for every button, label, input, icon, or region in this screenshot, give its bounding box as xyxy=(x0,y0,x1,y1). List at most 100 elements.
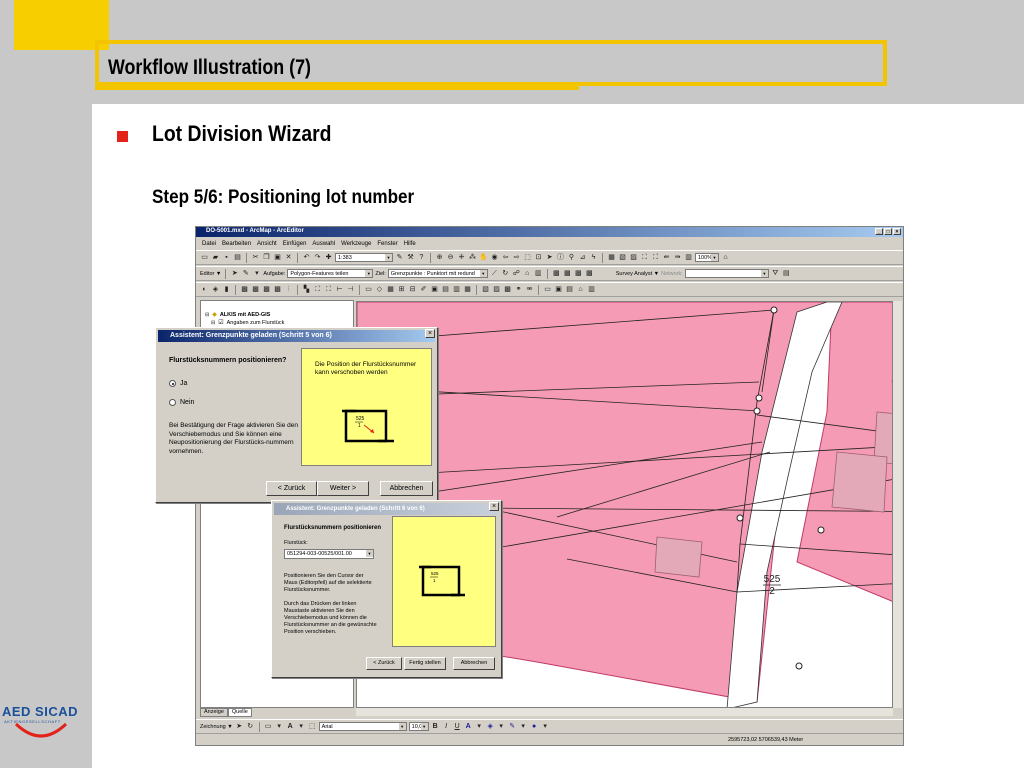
menu-fenster[interactable]: Fenster xyxy=(377,241,397,247)
lot-number-2-top[interactable]: 525 xyxy=(764,574,781,585)
rotate-tool-icon[interactable]: ↻ xyxy=(501,269,510,278)
aed-tool-29-icon[interactable]: ▭ xyxy=(543,285,552,294)
zoom-100-icon[interactable]: ⛶ xyxy=(651,253,660,262)
aed-tool-32-icon[interactable]: ⌂ xyxy=(576,285,585,294)
aed-tool-23-icon[interactable]: ▦ xyxy=(463,285,472,294)
menu-einfuegen[interactable]: Einfügen xyxy=(283,241,307,247)
copy-icon[interactable]: ❐ xyxy=(262,253,271,262)
boundary-point[interactable] xyxy=(817,526,825,534)
cancel-button[interactable]: Abbrechen xyxy=(380,481,433,496)
aed-tool-10-icon[interactable]: ⛶ xyxy=(313,285,322,294)
lot-number-2-bottom[interactable]: 2 xyxy=(769,586,775,597)
font-color-icon[interactable]: A xyxy=(464,722,473,731)
collapse-icon[interactable]: ⊟ xyxy=(205,312,209,318)
finish-button[interactable]: Fertig stellen xyxy=(404,657,446,670)
back-button[interactable]: < Zurück xyxy=(266,481,317,496)
boundary-point[interactable] xyxy=(755,394,763,402)
full-extent-icon[interactable]: ◉ xyxy=(490,253,499,262)
menu-hilfe[interactable]: Hilfe xyxy=(404,241,416,247)
layout-zoom-out-icon[interactable]: ▧ xyxy=(618,253,627,262)
split-tool-icon[interactable]: ⟋ xyxy=(490,269,499,278)
rectangle-icon[interactable]: ▭ xyxy=(264,722,273,731)
delete-icon[interactable]: ✕ xyxy=(284,253,293,262)
target-combo[interactable]: Grenzpunkte : Punktort mit redund xyxy=(387,269,488,278)
aed-tool-14-icon[interactable]: ▭ xyxy=(364,285,373,294)
zoom-whole-page-icon[interactable]: ⛶ xyxy=(640,253,649,262)
sketch-tool-icon[interactable]: ✎ xyxy=(241,269,250,278)
menu-auswahl[interactable]: Auswahl xyxy=(312,241,335,247)
toc-root[interactable]: ⊟ ◆ ALKIS mit AED-GIS xyxy=(205,311,270,319)
menu-ansicht[interactable]: Ansicht xyxy=(257,241,277,247)
layout-forward-icon[interactable]: ⇛ xyxy=(673,253,682,262)
next-button[interactable]: Weiter > xyxy=(317,481,369,496)
close-icon[interactable]: × xyxy=(425,329,435,338)
hyperlink-icon[interactable]: ϟ xyxy=(589,253,598,262)
cut-icon[interactable]: ✂ xyxy=(251,253,260,262)
editor-menu[interactable]: Editor ▼ xyxy=(200,271,221,277)
italic-icon[interactable]: I xyxy=(442,722,451,731)
toc-layer[interactable]: ⊟ ☑ Angaben zum Flurstück xyxy=(211,319,284,327)
aed-tool-3-icon[interactable]: ▮ xyxy=(222,285,231,294)
pan-icon[interactable]: ✋ xyxy=(479,253,488,262)
map-vertical-scrollbar[interactable] xyxy=(893,301,902,708)
radio-unchecked-icon[interactable] xyxy=(169,399,176,406)
layout-pan-icon[interactable]: ▨ xyxy=(629,253,638,262)
map-horizontal-scrollbar[interactable] xyxy=(356,708,893,716)
fixed-zoom-out-icon[interactable]: ⁂ xyxy=(468,253,477,262)
aed-tool-2-icon[interactable]: ◈ xyxy=(211,285,220,294)
aed-tool-19-icon[interactable]: ✐ xyxy=(419,285,428,294)
survey-tool-1-icon[interactable]: ▩ xyxy=(552,269,561,278)
add-data-icon[interactable]: ✚ xyxy=(324,253,333,262)
aed-tool-28-icon[interactable]: ⚮ xyxy=(525,285,534,294)
boundary-point[interactable] xyxy=(770,306,778,314)
font-size-combo[interactable]: 10,0 xyxy=(408,722,429,731)
text-tool-icon[interactable]: A xyxy=(286,722,295,731)
task-combo[interactable]: Polygon-Features teilen xyxy=(287,269,374,278)
open-icon[interactable]: ▰ xyxy=(211,253,220,262)
boundary-point[interactable] xyxy=(736,514,744,522)
layout-back-icon[interactable]: ⇚ xyxy=(662,253,671,262)
new-icon[interactable]: ▭ xyxy=(200,253,209,262)
marker-color-dropdown-icon[interactable]: ▾ xyxy=(541,722,550,731)
aed-tool-20-icon[interactable]: ▣ xyxy=(430,285,439,294)
survey-tool-3-icon[interactable]: ▩ xyxy=(574,269,583,278)
zoom-combo[interactable]: 100% xyxy=(695,253,719,262)
network-combo[interactable] xyxy=(684,269,769,278)
font-color-dropdown-icon[interactable]: ▾ xyxy=(475,722,484,731)
aed-tool-5-icon[interactable]: ▩ xyxy=(251,285,260,294)
tab-quelle[interactable]: Quelle xyxy=(227,708,252,717)
boundary-point[interactable] xyxy=(753,407,761,415)
redo-icon[interactable]: ↷ xyxy=(313,253,322,262)
whats-this-icon[interactable]: ? xyxy=(417,253,426,262)
fill-color-icon[interactable]: ◈ xyxy=(486,722,495,731)
paste-icon[interactable]: ▣ xyxy=(273,253,282,262)
callout-icon[interactable]: ⬚ xyxy=(308,722,317,731)
measure-icon[interactable]: ⊿ xyxy=(578,253,587,262)
aed-tool-13-icon[interactable]: ⊣ xyxy=(346,285,355,294)
radio-yes[interactable]: Ja xyxy=(169,380,187,387)
survey-tool-4-icon[interactable]: ▩ xyxy=(585,269,594,278)
scale-combo[interactable]: 1:383 xyxy=(335,253,393,262)
aed-tool-11-icon[interactable]: ⛶ xyxy=(324,285,333,294)
marker-color-icon[interactable]: ● xyxy=(530,722,539,731)
find-icon[interactable]: ⚲ xyxy=(567,253,576,262)
aed-tool-4-icon[interactable]: ▩ xyxy=(240,285,249,294)
aed-tool-33-icon[interactable]: ▥ xyxy=(587,285,596,294)
forward-icon[interactable]: ⇨ xyxy=(512,253,521,262)
aed-tool-8-icon[interactable]: ⫶ xyxy=(284,285,293,294)
collapse-icon[interactable]: ⊟ xyxy=(211,320,215,326)
identify-icon[interactable]: ⓘ xyxy=(556,253,565,262)
editor-toolbar-icon[interactable]: ✎ xyxy=(395,253,404,262)
font-combo[interactable]: Arial xyxy=(318,722,407,731)
aed-tool-25-icon[interactable]: ▨ xyxy=(492,285,501,294)
aed-tool-26-icon[interactable]: ▩ xyxy=(503,285,512,294)
boundary-point[interactable] xyxy=(795,662,803,670)
focus-frame-icon[interactable]: ⌂ xyxy=(721,253,730,262)
survey-analyst-menu[interactable]: Survey Analyst ▼ xyxy=(616,271,659,277)
aed-tool-21-icon[interactable]: ▤ xyxy=(441,285,450,294)
cancel-button[interactable]: Abbrechen xyxy=(453,657,495,670)
aed-tool-27-icon[interactable]: ⚭ xyxy=(514,285,523,294)
back-icon[interactable]: ⇦ xyxy=(501,253,510,262)
aed-tool-30-icon[interactable]: ▣ xyxy=(554,285,563,294)
sketch-properties-icon[interactable]: ⌂ xyxy=(523,269,532,278)
